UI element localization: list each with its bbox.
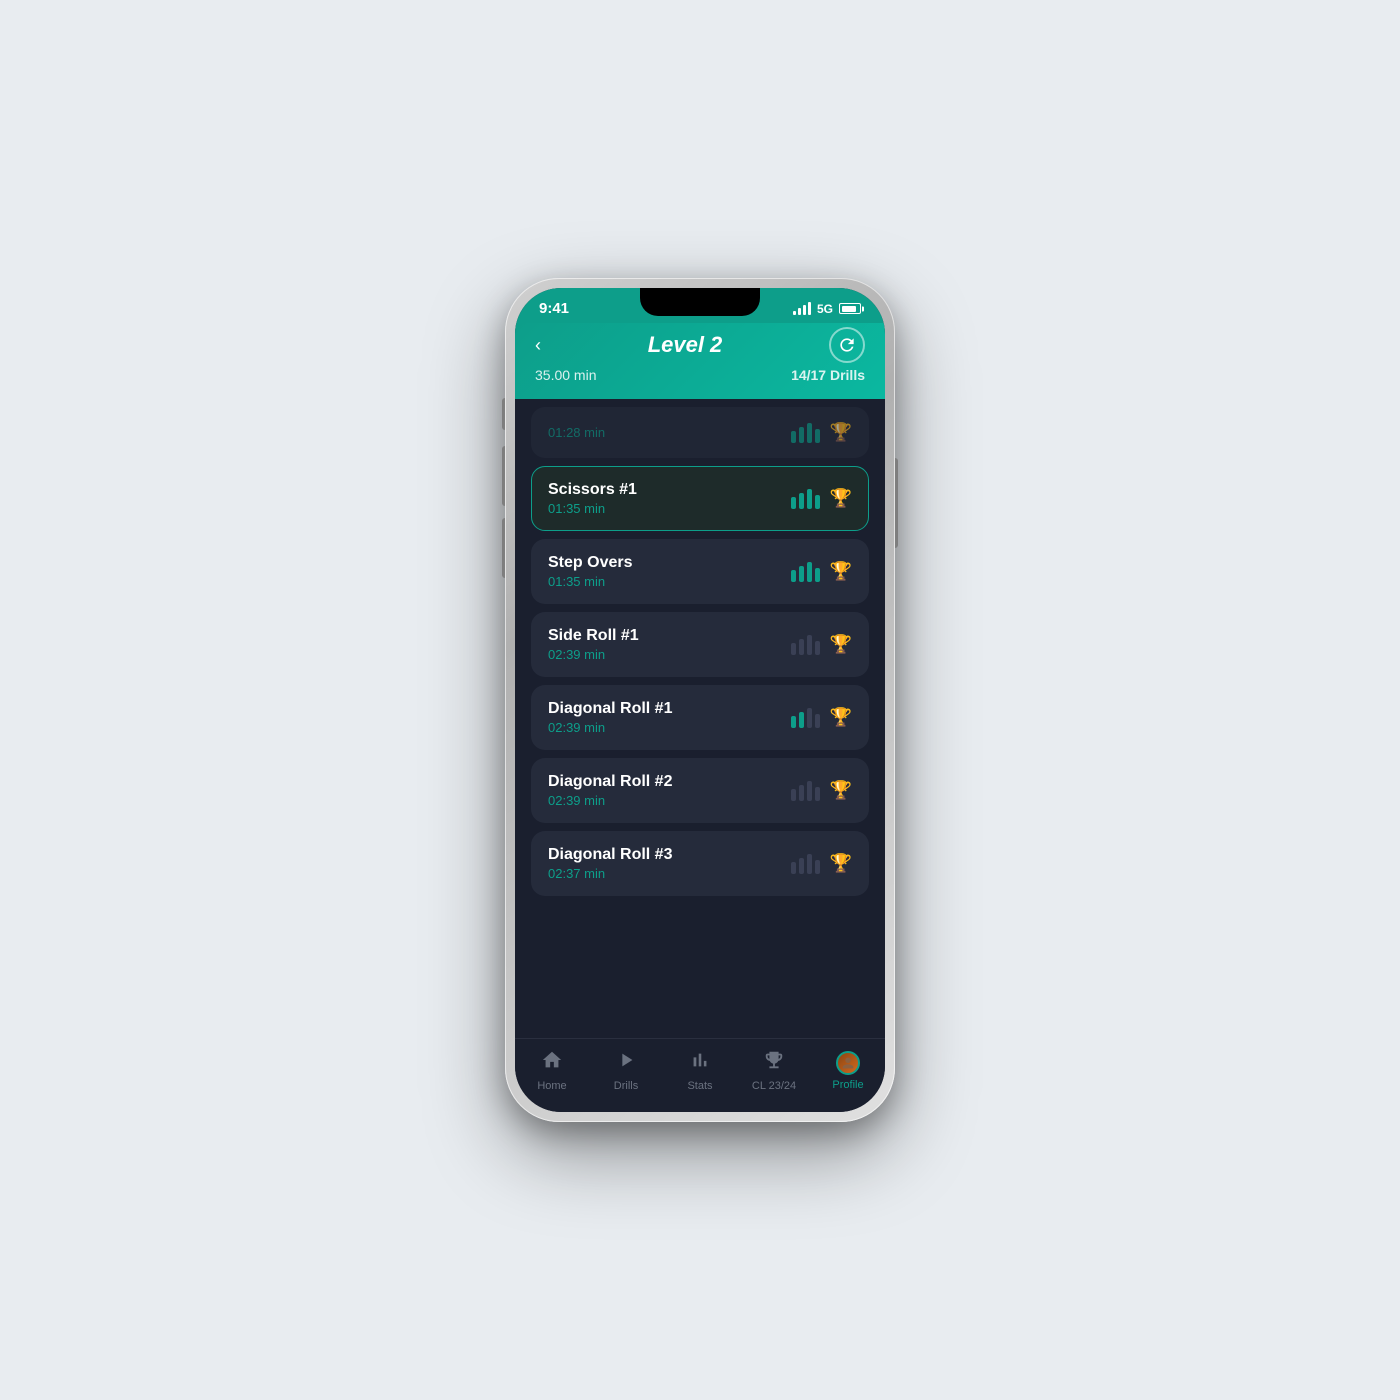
list-item[interactable]: Side Roll #1 02:39 min 🏆 (531, 612, 869, 677)
nav-item-profile[interactable]: Profile (818, 1051, 878, 1091)
trophy-icon: 🏆 (830, 422, 852, 443)
drills-list: 01:28 min 🏆 Sciss (515, 399, 885, 1038)
trophy-icon: 🏆 (830, 561, 852, 582)
stats-icon (689, 1049, 711, 1076)
drill-duration: 02:37 min (548, 866, 672, 881)
drill-name: Side Roll #1 (548, 627, 639, 645)
progress-indicator (791, 489, 820, 509)
progress-indicator (791, 635, 820, 655)
nav-item-drills[interactable]: Drills (596, 1049, 656, 1092)
nav-item-cl[interactable]: CL 23/24 (744, 1049, 804, 1092)
phone-frame: 9:41 5G ‹ Le (505, 278, 895, 1122)
battery-icon (839, 303, 861, 314)
trophy-icon: 🏆 (830, 707, 852, 728)
trophy-icon: 🏆 (830, 488, 852, 509)
cl-icon (763, 1049, 785, 1076)
list-item[interactable]: Step Overs 01:35 min 🏆 (531, 539, 869, 604)
drill-name: Diagonal Roll #2 (548, 773, 672, 791)
list-item[interactable]: Scissors #1 01:35 min 🏆 (531, 466, 869, 531)
notch (640, 288, 760, 316)
list-item[interactable]: 01:28 min 🏆 (531, 407, 869, 458)
profile-avatar (836, 1051, 860, 1075)
drill-duration: 01:35 min (548, 501, 637, 516)
drill-duration: 02:39 min (548, 793, 672, 808)
drills-icon (615, 1049, 637, 1076)
progress-indicator (791, 423, 820, 443)
back-button[interactable]: ‹ (535, 335, 541, 356)
nav-item-home[interactable]: Home (522, 1049, 582, 1092)
status-time: 9:41 (539, 300, 569, 317)
total-time: 35.00 min (535, 367, 596, 383)
signal-icon (793, 303, 811, 315)
progress-indicator (791, 854, 820, 874)
bottom-nav: Home Drills Stat (515, 1038, 885, 1112)
drill-name: Scissors #1 (548, 481, 637, 499)
list-item[interactable]: Diagonal Roll #3 02:37 min 🏆 (531, 831, 869, 896)
nav-label-home: Home (537, 1080, 566, 1092)
list-item[interactable]: Diagonal Roll #2 02:39 min 🏆 (531, 758, 869, 823)
drill-duration: 02:39 min (548, 647, 639, 662)
drill-name: Step Overs (548, 554, 632, 572)
drill-name: Diagonal Roll #3 (548, 846, 672, 864)
refresh-icon[interactable] (829, 327, 865, 363)
trophy-icon: 🏆 (830, 634, 852, 655)
nav-label-drills: Drills (614, 1080, 638, 1092)
nav-label-cl: CL 23/24 (752, 1080, 796, 1092)
drill-duration: 01:35 min (548, 574, 632, 589)
drill-name: Diagonal Roll #1 (548, 700, 672, 718)
nav-item-stats[interactable]: Stats (670, 1049, 730, 1092)
drills-progress: 14/17 Drills (791, 367, 865, 383)
nav-label-stats: Stats (687, 1080, 712, 1092)
trophy-icon: 🏆 (830, 780, 852, 801)
progress-indicator (791, 708, 820, 728)
nav-label-profile: Profile (832, 1079, 863, 1091)
progress-indicator (791, 781, 820, 801)
phone-wrapper: 9:41 5G ‹ Le (505, 278, 895, 1122)
phone-screen: 9:41 5G ‹ Le (515, 288, 885, 1112)
level-title: Level 2 (648, 332, 723, 358)
network-label: 5G (817, 302, 833, 316)
status-icons: 5G (793, 302, 861, 316)
drill-duration: 01:28 min (548, 425, 605, 440)
trophy-icon: 🏆 (830, 853, 852, 874)
list-item[interactable]: Diagonal Roll #1 02:39 min 🏆 (531, 685, 869, 750)
drill-duration: 02:39 min (548, 720, 672, 735)
progress-indicator (791, 562, 820, 582)
home-icon (541, 1049, 563, 1076)
header: ‹ Level 2 35.00 min 14/17 Drills (515, 323, 885, 399)
